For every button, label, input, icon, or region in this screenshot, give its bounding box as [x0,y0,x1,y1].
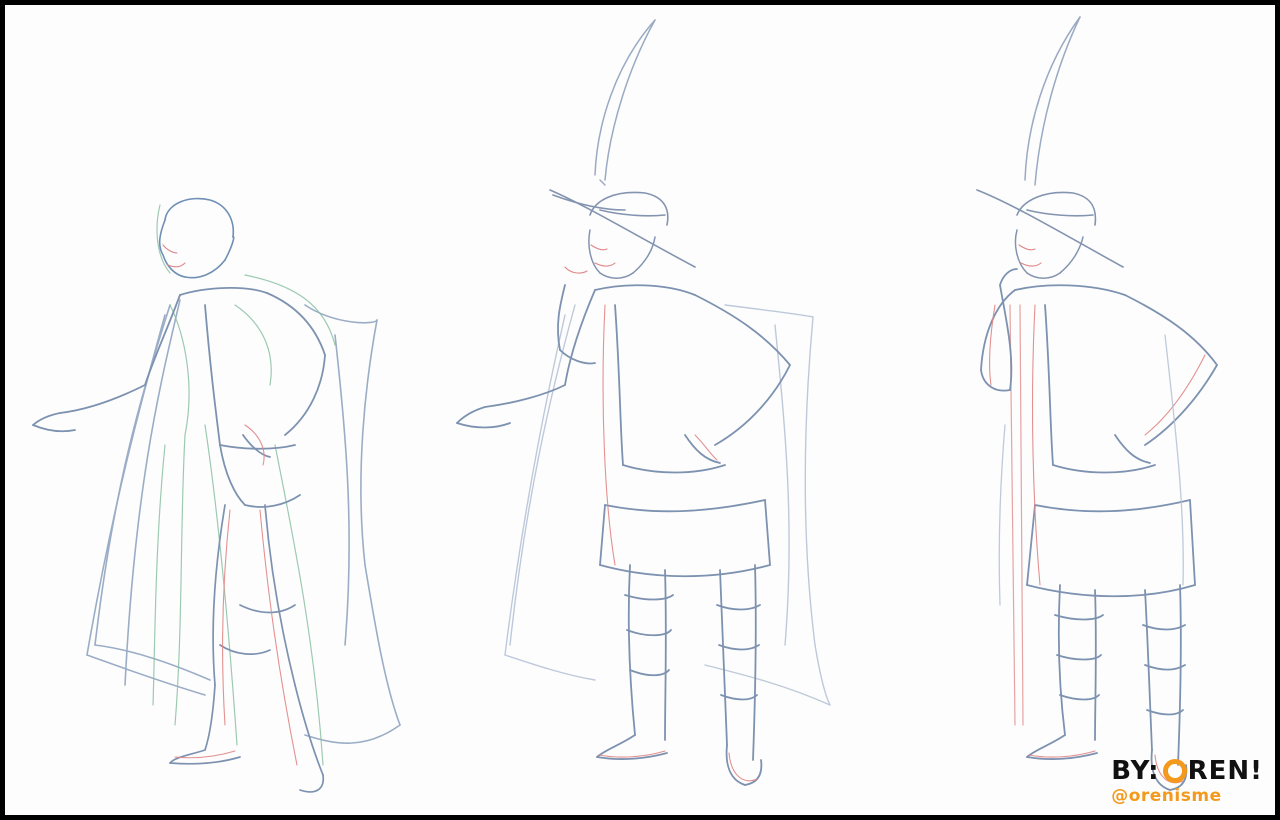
sketch-canvas [32,16,1218,793]
artwork-frame: BY: REN! @orenisme [0,0,1280,820]
figure-1-sketch [32,197,401,793]
orange-o-mark [1162,759,1187,783]
figure-3-sketch [976,16,1218,791]
signature-handle: @orenisme [1111,786,1222,806]
artist-signature: BY: REN! @orenisme [1111,757,1263,805]
signature-name: BY: REN! [1111,757,1263,785]
signature-prefix: BY: [1111,756,1160,786]
figure-2-sketch [456,19,831,786]
signature-name-rest: REN! [1187,756,1263,786]
